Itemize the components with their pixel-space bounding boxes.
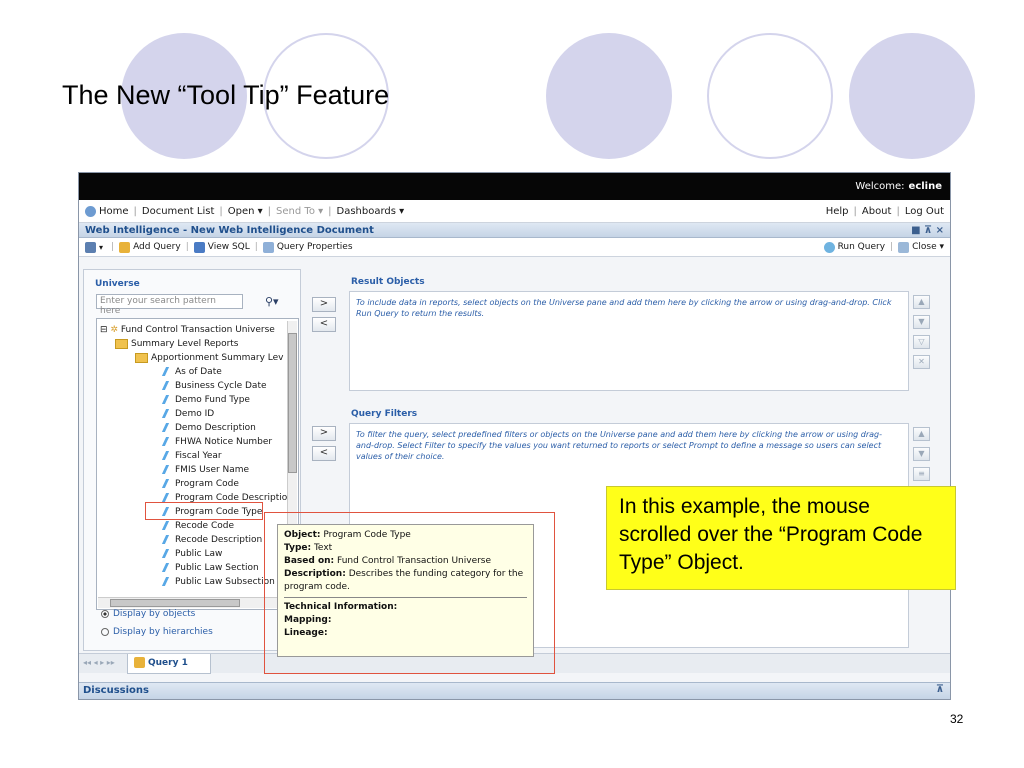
add-query-button[interactable]: Add Query: [133, 242, 181, 252]
query-properties-icon: [262, 241, 274, 253]
run-query-icon: [823, 241, 835, 253]
menu-help[interactable]: Help: [826, 206, 849, 217]
menu-open[interactable]: Open ▾: [228, 206, 263, 217]
tree-item[interactable]: Program Code: [164, 477, 239, 491]
add-query-icon: [119, 241, 131, 253]
menu-about[interactable]: About: [862, 206, 892, 217]
close-icon: [898, 241, 910, 253]
view-sql-button[interactable]: View SQL: [208, 242, 250, 252]
view-sql-icon: [193, 241, 205, 253]
horizontal-scrollbar[interactable]: [98, 597, 288, 608]
tree-item[interactable]: Demo Fund Type: [164, 393, 250, 407]
decor-circle-5: [849, 33, 975, 159]
hovered-item-highlight: [145, 502, 263, 520]
tooltip-lineage: Lineage:: [284, 628, 328, 638]
tree-item[interactable]: Public Law Section: [164, 561, 259, 575]
tab-nav-arrows[interactable]: ◂◂ ◂ ▸ ▸▸: [83, 658, 115, 667]
query-tab-icon: [134, 657, 145, 668]
tooltip-type: Text: [313, 543, 333, 553]
menu-bar: Home | Document List | Open ▾ | Send To …: [79, 200, 950, 223]
tree-item[interactable]: Recode Code: [164, 519, 234, 533]
tree-item[interactable]: Recode Description: [164, 533, 262, 547]
top-bar: Welcome: ecline: [79, 173, 950, 200]
tree-item[interactable]: Public Law Subsection: [164, 575, 275, 589]
annotation-callout: In this example, the mouse scrolled over…: [606, 486, 956, 590]
move-down-icon[interactable]: ▼: [913, 315, 930, 329]
tooltip-object: Program Code Type: [323, 530, 411, 540]
menu-send-to: Send To ▾: [276, 205, 324, 217]
home-icon[interactable]: [85, 205, 96, 217]
decor-circle-3: [546, 33, 672, 159]
document-title: Web Intelligence - New Web Intelligence …: [85, 224, 374, 236]
add-filter-button[interactable]: >: [312, 426, 336, 441]
binoculars-icon[interactable]: ⚲▾: [265, 295, 279, 308]
window-controls[interactable]: ■ ⊼ ×: [911, 225, 944, 236]
tree-item[interactable]: Demo ID: [164, 407, 214, 421]
discussions-toggle-icon[interactable]: ⊼: [936, 684, 944, 695]
remove-all-icon[interactable]: ✕: [913, 355, 930, 369]
tree-root[interactable]: ⊟ ✲ Fund Control Transaction Universe: [100, 323, 275, 337]
sort-icon[interactable]: ▽: [913, 335, 930, 349]
scroll-thumb-horizontal[interactable]: [110, 599, 240, 607]
add-result-button[interactable]: >: [312, 297, 336, 312]
menu-log-out[interactable]: Log Out: [905, 206, 944, 217]
document-title-bar: Web Intelligence - New Web Intelligence …: [79, 223, 950, 238]
result-objects-hint: To include data in reports, select objec…: [356, 298, 892, 318]
tree-item[interactable]: Fiscal Year: [164, 449, 222, 463]
user-name: ecline: [908, 181, 942, 192]
query-filters-header: Query Filters: [351, 409, 418, 419]
universe-search-input[interactable]: Enter your search pattern here: [96, 294, 243, 316]
query-properties-button[interactable]: Query Properties: [277, 242, 353, 252]
save-dropdown-icon[interactable]: ▾: [99, 243, 103, 252]
tooltip-mapping: Mapping:: [284, 615, 332, 625]
decor-circle-4: [707, 33, 833, 159]
filter-operator-icon[interactable]: ≡: [913, 467, 930, 481]
close-button[interactable]: Close ▾: [912, 242, 944, 252]
welcome-label: Welcome:: [855, 181, 905, 192]
universe-icon: ✲: [110, 325, 121, 335]
tab-query-1[interactable]: Query 1: [127, 654, 211, 674]
tooltip-technical: Technical Information:: [284, 602, 398, 612]
display-by-hierarchies-radio[interactable]: Display by hierarchies: [101, 627, 213, 637]
tooltip-frame: Object: Program Code Type Type: Text Bas…: [264, 512, 555, 674]
filter-down-icon[interactable]: ▼: [913, 447, 930, 461]
menu-dashboards[interactable]: Dashboards ▾: [337, 206, 405, 217]
tree-item[interactable]: Public Law: [164, 547, 222, 561]
tree-item[interactable]: Business Cycle Date: [164, 379, 267, 393]
query-filters-hint: To filter the query, select predefined f…: [356, 430, 882, 461]
filter-up-icon[interactable]: ▲: [913, 427, 930, 441]
save-icon[interactable]: [85, 241, 96, 253]
tree-folder-summary[interactable]: Summary Level Reports: [115, 337, 239, 351]
menu-document-list[interactable]: Document List: [142, 206, 214, 217]
tree-item[interactable]: FMIS User Name: [164, 463, 249, 477]
query-toolbar: ▾ | Add Query | View SQL | Query Propert…: [79, 238, 950, 257]
result-objects-pane[interactable]: To include data in reports, select objec…: [349, 291, 909, 391]
slide-number: 32: [950, 712, 964, 726]
tree-item[interactable]: Demo Description: [164, 421, 256, 435]
remove-filter-button[interactable]: <: [312, 446, 336, 461]
object-tooltip: Object: Program Code Type Type: Text Bas…: [277, 524, 534, 657]
universe-header: Universe: [95, 279, 140, 289]
result-objects-header: Result Objects: [351, 277, 425, 287]
discussions-bar[interactable]: Discussions ⊼: [79, 682, 950, 699]
remove-result-button[interactable]: <: [312, 317, 336, 332]
scroll-thumb[interactable]: [288, 333, 297, 473]
run-query-button[interactable]: Run Query: [838, 242, 885, 252]
move-up-icon[interactable]: ▲: [913, 295, 930, 309]
menu-home[interactable]: Home: [99, 206, 129, 217]
tree-item[interactable]: As of Date: [164, 365, 222, 379]
display-by-objects-radio[interactable]: Display by objects: [101, 609, 195, 619]
tooltip-based-on: Fund Control Transaction Universe: [337, 556, 492, 566]
tree-item[interactable]: FHWA Notice Number: [164, 435, 272, 449]
discussions-label: Discussions: [83, 685, 150, 696]
slide-title: The New “Tool Tip” Feature: [62, 80, 390, 110]
tree-folder-apportionment[interactable]: Apportionment Summary Lev: [135, 351, 284, 365]
